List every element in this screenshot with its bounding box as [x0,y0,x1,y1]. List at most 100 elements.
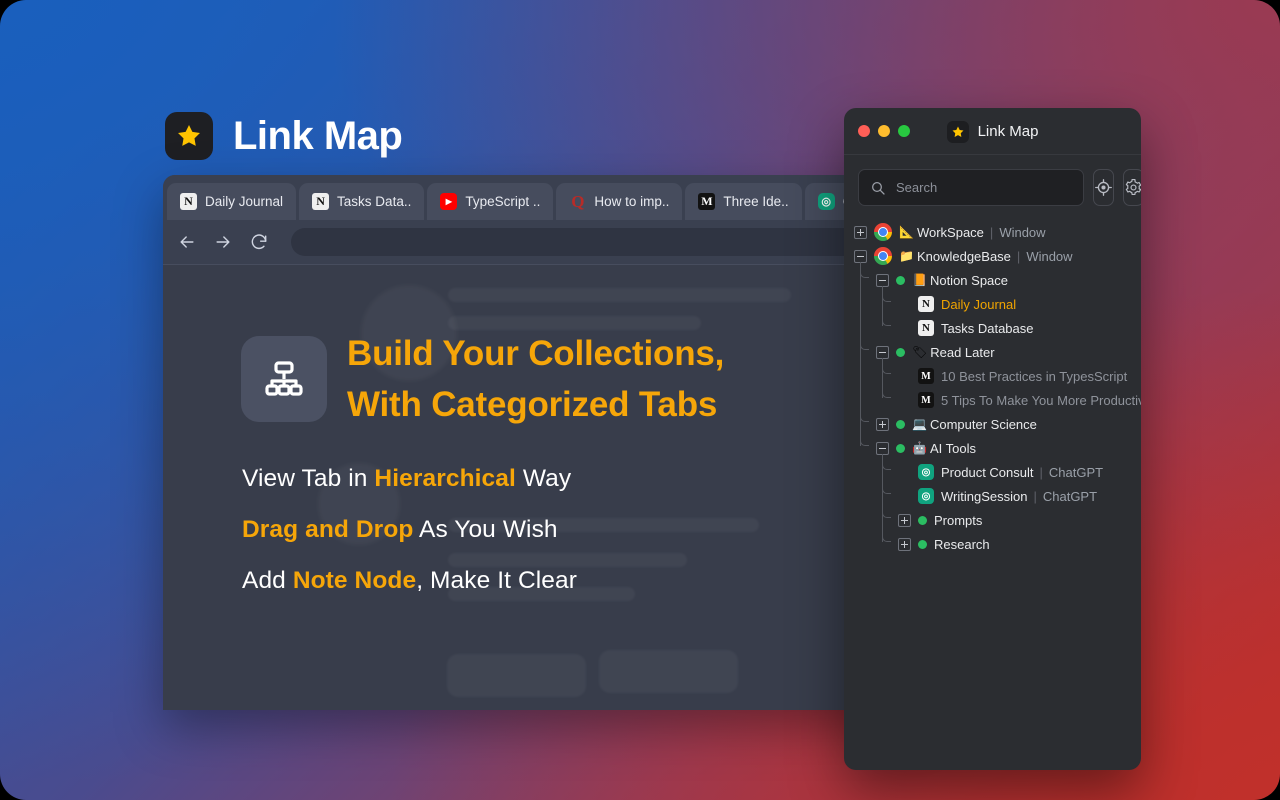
tree-node-label: 5 Tips To Make You More Productive [941,392,1141,408]
tree-node[interactable]: M 5 Tips To Make You More Productive [854,388,1141,412]
tree-node[interactable]: 📐 WorkSpace | Window [854,220,1141,244]
browser-tab[interactable]: Q How to imp.. [556,183,683,220]
bullet-pre: View Tab in [242,465,375,492]
tree-connector [882,286,883,326]
tab-label: TypeScript .. [465,194,541,209]
address-bar[interactable] [291,228,909,256]
status-dot [896,443,905,453]
tree-node-label: Notion Space [929,272,1009,288]
tree-node[interactable]: 📁 KnowledgeBase | Window [854,244,1141,268]
hero-bullet: Drag and Drop As You Wish [242,516,558,544]
tree-node[interactable]: N Daily Journal [854,292,1141,316]
notion-icon: N [180,193,197,210]
browser-tab[interactable]: N Tasks Data.. [299,183,425,220]
tree-node[interactable]: 🏷 Read Later [854,340,1141,364]
tab-label: Daily Journal [205,194,284,209]
tree-node[interactable]: ◎ Product Consult | ChatGPT [854,460,1141,484]
bullet-post: , Make It Clear [416,567,578,594]
tree-node-meta: Window [999,224,1046,240]
tree-connector [860,412,869,422]
minimize-button[interactable] [878,125,890,137]
tree-node[interactable]: Prompts [854,508,1141,532]
reload-icon[interactable] [249,232,269,252]
browser-tab[interactable]: M Three Ide.. [685,183,802,220]
arrow-right-icon[interactable] [213,232,233,252]
youtube-icon: ▶ [440,193,458,210]
quora-icon: Q [571,191,585,211]
tree-connector [860,340,869,350]
browser-tab-strip: N Daily Journal N Tasks Data.. ▶ TypeScr… [163,175,923,220]
tree-node-label: AI Tools [929,440,976,456]
close-button[interactable] [858,125,870,137]
window-controls [844,125,910,137]
tree-node-label: Product Consult [941,464,1034,480]
medium-icon: M [918,368,934,384]
notion-icon: N [918,296,934,312]
tree-connector [882,388,891,398]
tree-node-label: 10 Best Practices in TypesScript [941,368,1128,384]
chrome-icon [874,223,892,241]
tree-node[interactable]: 💻 Computer Science [854,412,1141,436]
tree-node-meta: ChatGPT [1048,464,1104,480]
separator: | [989,224,994,240]
status-dot [918,539,927,549]
collapse-toggle[interactable] [876,273,889,287]
tree-connector [882,532,891,542]
tree-node[interactable]: Research [854,532,1141,556]
chatgpt-icon: ◎ [918,488,934,504]
browser-toolbar [163,220,923,265]
separator: | [1039,464,1043,480]
maximize-button[interactable] [898,125,910,137]
bullet-strong: Drag and Drop [242,516,414,543]
expand-toggle[interactable] [854,225,867,239]
tree-node-label: Research [934,536,990,552]
hero-section: Build Your Collections, With Categorized… [241,265,923,710]
node-emoji: 🏷 [912,345,928,359]
browser-tab[interactable]: ▶ TypeScript .. [427,183,554,220]
page-title: Link Map [233,113,403,158]
tree-node[interactable]: M 10 Best Practices in TypesScript [854,364,1141,388]
tree-node[interactable]: 🤖 AI Tools [854,436,1141,460]
panel-titlebar: Link Map [844,108,1141,155]
collapse-toggle[interactable] [876,345,889,359]
bullet-post: As You Wish [413,516,558,543]
panel-search-row [844,155,1141,218]
status-dot [896,275,905,285]
search-box[interactable] [858,169,1084,206]
star-icon [165,112,213,160]
tree-node-label: Read Later [930,344,995,360]
expand-toggle[interactable] [898,513,911,527]
tree-connector [882,454,883,542]
tree-connector [882,508,891,518]
tree-node[interactable]: 📙 Notion Space [854,268,1141,292]
collapse-toggle[interactable] [876,441,889,455]
bullet-post: Way [515,465,572,492]
status-dot [896,347,905,357]
node-emoji: 💻 [912,417,927,431]
expand-toggle[interactable] [898,537,911,551]
tree-node-label: Computer Science [929,416,1037,432]
tree-connector [882,358,883,398]
tree-connector [882,292,891,302]
bullet-strong: Hierarchical [374,465,516,492]
chatgpt-icon: ◎ [918,464,934,480]
link-map-panel: Link Map 📐WorkSpace|Window📁KnowledgeBase… [844,108,1141,770]
tree-node[interactable]: ◎ WritingSession | ChatGPT [854,484,1141,508]
arrow-left-icon[interactable] [177,232,197,252]
hierarchy-icon [241,336,327,423]
search-input[interactable] [896,180,1072,195]
tree-node[interactable]: N Tasks Database [854,316,1141,340]
collapse-toggle[interactable] [854,249,867,263]
tree-connector [860,268,869,278]
link-tree: 📐 WorkSpace | Window 📁 KnowledgeBase | Window 📙 N… [844,218,1141,556]
settings-button[interactable] [1123,169,1141,206]
locate-button[interactable] [1093,169,1114,206]
browser-tab[interactable]: N Daily Journal [167,183,297,220]
notion-icon: N [918,320,934,336]
chrome-icon [874,247,892,265]
expand-toggle[interactable] [876,417,889,431]
tree-node-label: WritingSession [941,488,1028,504]
app-branding: Link Map [165,112,403,160]
tree-node-label: Daily Journal [941,296,1017,312]
hero-title-line-1: Build Your Collections, [347,334,725,373]
